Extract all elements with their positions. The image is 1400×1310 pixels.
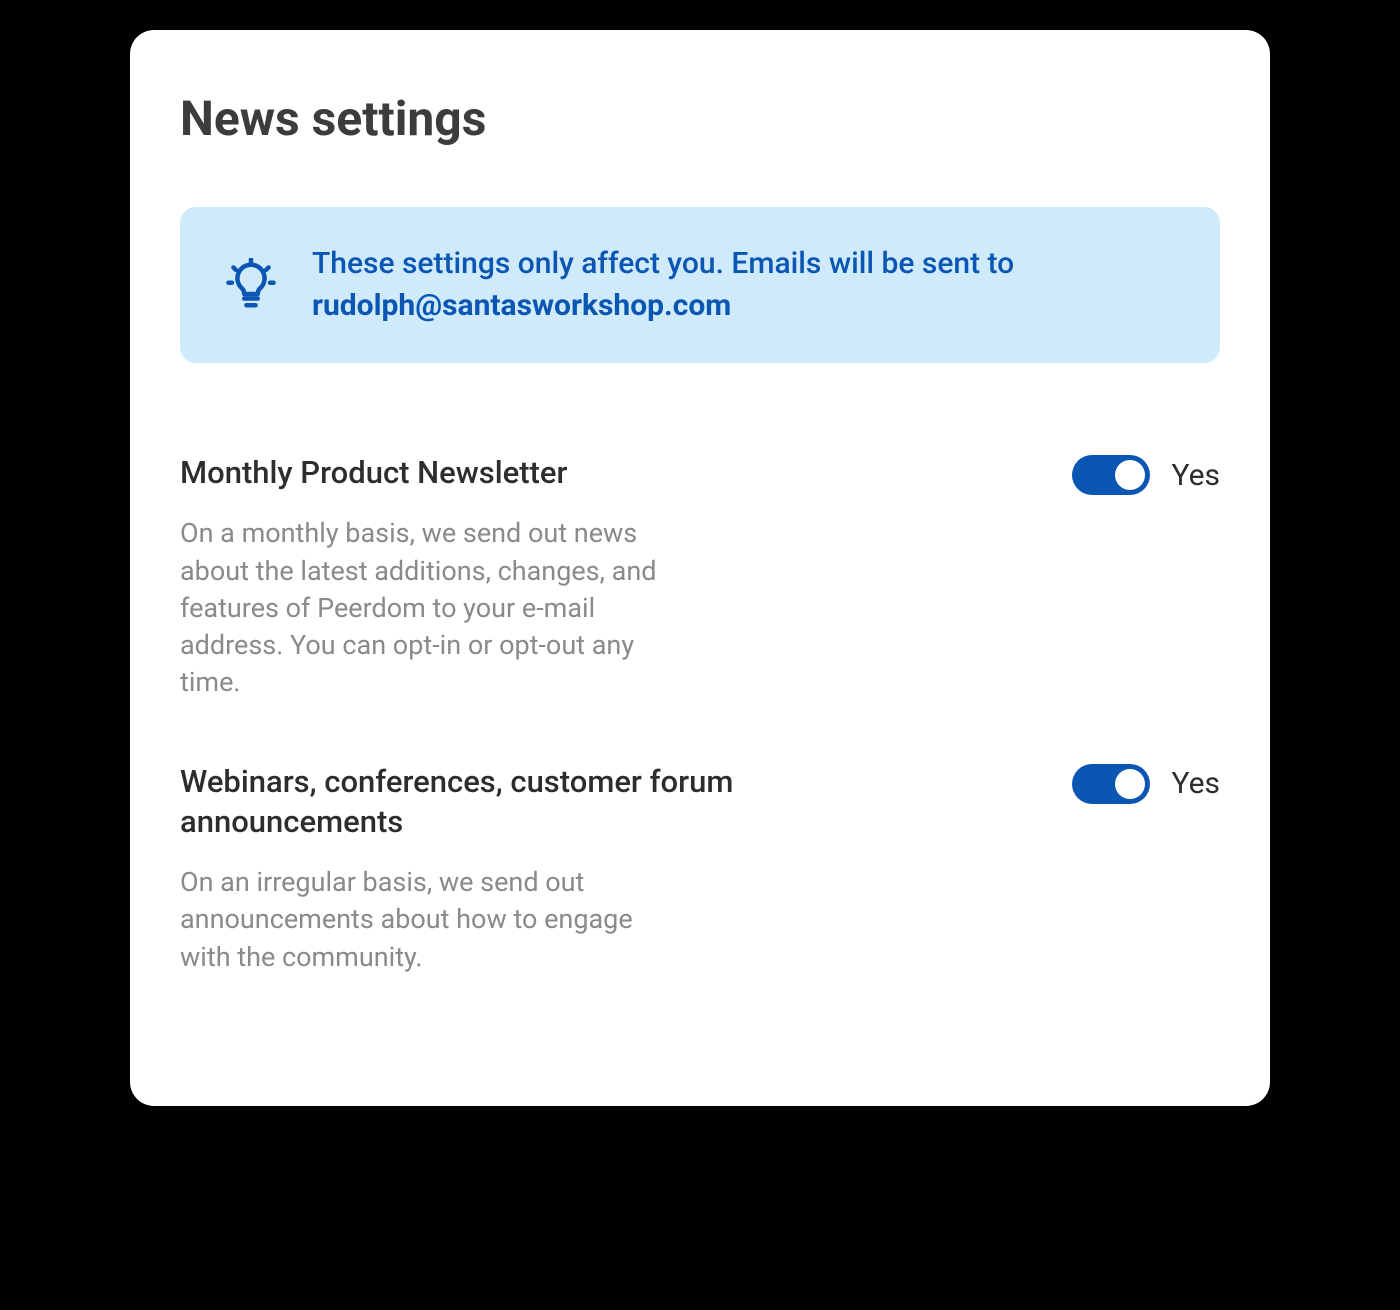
setting-text: Webinars, conferences, customer forum an… — [180, 762, 1032, 976]
setting-control: Yes — [1072, 453, 1220, 495]
setting-text: Monthly Product Newsletter On a monthly … — [180, 453, 1032, 702]
setting-control: Yes — [1072, 762, 1220, 804]
toggle-label-webinars: Yes — [1172, 766, 1220, 801]
setting-description-newsletter: On a monthly basis, we send out news abo… — [180, 515, 660, 701]
setting-title-webinars: Webinars, conferences, customer forum an… — [180, 762, 900, 843]
toggle-newsletter[interactable] — [1072, 455, 1150, 495]
setting-description-webinars: On an irregular basis, we send out annou… — [180, 864, 660, 976]
info-banner-text: These settings only affect you. Emails w… — [312, 243, 1176, 327]
toggle-knob — [1115, 769, 1145, 799]
toggle-knob — [1115, 460, 1145, 490]
lightbulb-icon — [224, 258, 278, 312]
setting-row-newsletter: Monthly Product Newsletter On a monthly … — [180, 453, 1220, 702]
info-banner-email: rudolph@santasworkshop.com — [312, 288, 731, 323]
setting-row-webinars: Webinars, conferences, customer forum an… — [180, 762, 1220, 976]
setting-title-newsletter: Monthly Product Newsletter — [180, 453, 1032, 493]
toggle-label-newsletter: Yes — [1172, 458, 1220, 493]
info-banner-prefix: These settings only affect you. Emails w… — [312, 246, 1014, 281]
page-title: News settings — [180, 90, 1220, 147]
info-banner: These settings only affect you. Emails w… — [180, 207, 1220, 363]
toggle-webinars[interactable] — [1072, 764, 1150, 804]
news-settings-card: News settings These settings only affect… — [130, 30, 1270, 1106]
